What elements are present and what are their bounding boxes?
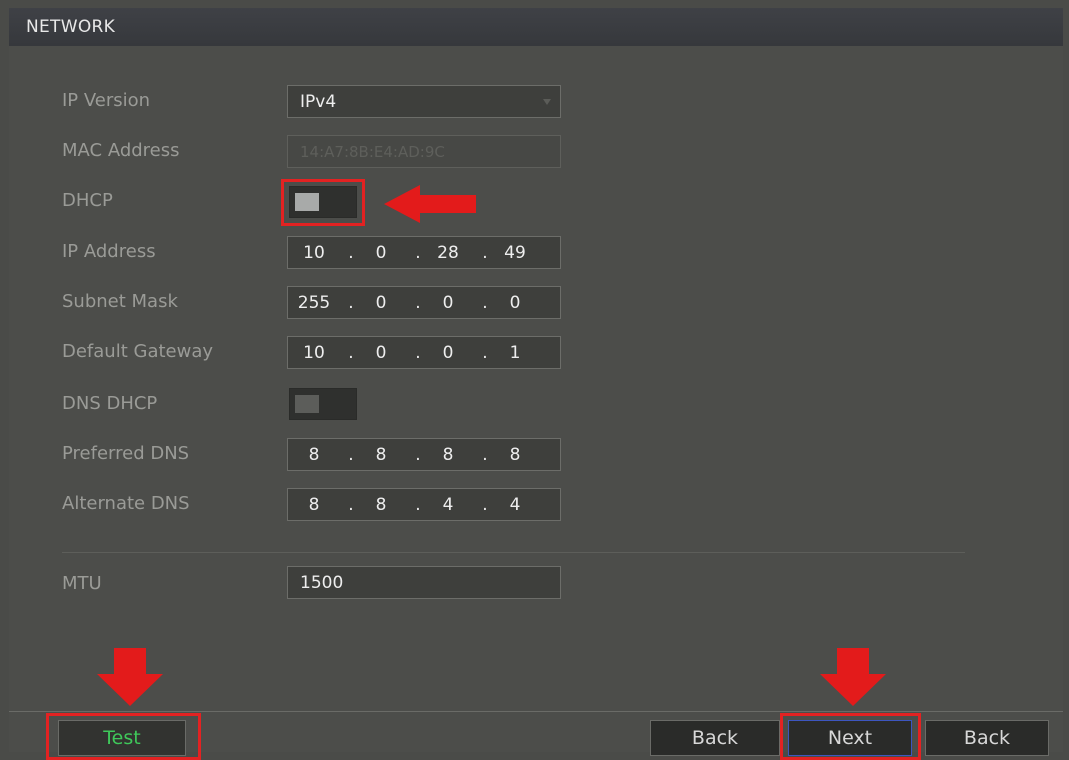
- title-bar: NETWORK: [9, 8, 1063, 46]
- default-gateway-octet-2[interactable]: 0: [361, 343, 401, 363]
- dot-separator: .: [415, 445, 421, 465]
- ip-address-octet-4[interactable]: 49: [495, 243, 535, 263]
- red-arrow-down-icon: [820, 648, 886, 706]
- mtu-value: 1500: [300, 573, 344, 593]
- red-arrow-left-icon: [384, 185, 476, 223]
- default-gateway-octet-1[interactable]: 10: [294, 343, 334, 363]
- ip-version-select[interactable]: IPv4: [287, 85, 561, 118]
- ip-version-label: IP Version: [62, 90, 151, 111]
- footer-divider: [9, 711, 1063, 712]
- default-gateway-octet-4[interactable]: 1: [495, 343, 535, 363]
- dot-separator: .: [482, 243, 488, 263]
- subnet-mask-octet-2[interactable]: 0: [361, 293, 401, 313]
- mac-address-field: 14:A7:8B:E4:AD:9C: [287, 135, 561, 168]
- preferred-dns-octet-1[interactable]: 8: [294, 445, 334, 465]
- red-arrow-down-icon: [97, 648, 163, 706]
- default-gateway-octet-3[interactable]: 0: [428, 343, 468, 363]
- dns-dhcp-label: DNS DHCP: [62, 393, 158, 414]
- ip-address-octet-3[interactable]: 28: [428, 243, 468, 263]
- dot-separator: .: [348, 293, 354, 313]
- alternate-dns-octet-3[interactable]: 4: [428, 495, 468, 515]
- back-button[interactable]: Back: [650, 720, 780, 756]
- back-button-secondary[interactable]: Back: [925, 720, 1049, 756]
- dhcp-label: DHCP: [62, 190, 113, 211]
- dot-separator: .: [348, 495, 354, 515]
- alternate-dns-octet-2[interactable]: 8: [361, 495, 401, 515]
- dot-separator: .: [482, 495, 488, 515]
- window-title: NETWORK: [26, 17, 116, 37]
- default-gateway-field[interactable]: 10 . 0 . 0 . 1: [287, 336, 561, 369]
- section-divider: [62, 552, 965, 553]
- ip-address-octet-1[interactable]: 10: [294, 243, 334, 263]
- preferred-dns-octet-2[interactable]: 8: [361, 445, 401, 465]
- dot-separator: .: [415, 343, 421, 363]
- dot-separator: .: [415, 293, 421, 313]
- next-button-highlight-box: [780, 713, 921, 760]
- subnet-mask-octet-3[interactable]: 0: [428, 293, 468, 313]
- ip-address-field[interactable]: 10 . 0 . 28 . 49: [287, 236, 561, 269]
- ip-address-label: IP Address: [62, 241, 156, 262]
- mac-address-label: MAC Address: [62, 140, 180, 161]
- dot-separator: .: [482, 343, 488, 363]
- caret-down-icon: [543, 99, 551, 105]
- dns-dhcp-toggle-knob: [295, 395, 319, 413]
- default-gateway-label: Default Gateway: [62, 341, 214, 362]
- dot-separator: .: [415, 495, 421, 515]
- dot-separator: .: [348, 343, 354, 363]
- preferred-dns-field[interactable]: 8 . 8 . 8 . 8: [287, 438, 561, 471]
- mac-address-value: 14:A7:8B:E4:AD:9C: [300, 143, 445, 161]
- alternate-dns-octet-4[interactable]: 4: [495, 495, 535, 515]
- subnet-mask-field[interactable]: 255 . 0 . 0 . 0: [287, 286, 561, 319]
- subnet-mask-octet-4[interactable]: 0: [495, 293, 535, 313]
- preferred-dns-label: Preferred DNS: [62, 443, 190, 464]
- dot-separator: .: [348, 243, 354, 263]
- ip-address-octet-2[interactable]: 0: [361, 243, 401, 263]
- dhcp-highlight-box: [281, 179, 365, 226]
- mtu-input[interactable]: 1500: [287, 566, 561, 599]
- ip-version-value: IPv4: [300, 92, 337, 112]
- test-button-highlight-box: [46, 713, 201, 760]
- dns-dhcp-toggle[interactable]: [289, 388, 357, 420]
- preferred-dns-octet-4[interactable]: 8: [495, 445, 535, 465]
- dot-separator: .: [415, 243, 421, 263]
- mtu-label: MTU: [62, 573, 102, 594]
- alternate-dns-field[interactable]: 8 . 8 . 4 . 4: [287, 488, 561, 521]
- preferred-dns-octet-3[interactable]: 8: [428, 445, 468, 465]
- subnet-mask-label: Subnet Mask: [62, 291, 178, 312]
- alternate-dns-octet-1[interactable]: 8: [294, 495, 334, 515]
- alternate-dns-label: Alternate DNS: [62, 493, 190, 514]
- dot-separator: .: [482, 445, 488, 465]
- dot-separator: .: [348, 445, 354, 465]
- subnet-mask-octet-1[interactable]: 255: [294, 293, 334, 313]
- dot-separator: .: [482, 293, 488, 313]
